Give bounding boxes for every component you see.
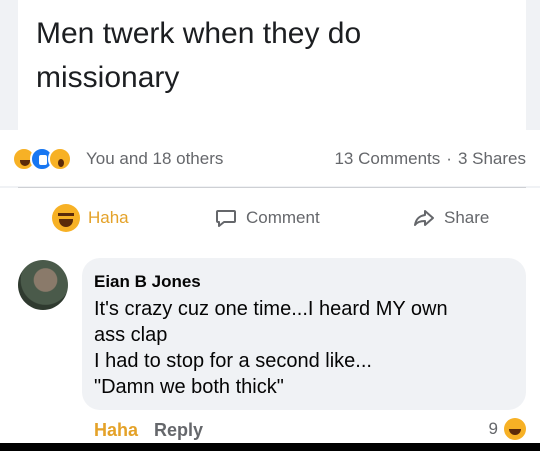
reactions-bar: You and 18 others 13 Comments · 3 Shares (0, 130, 540, 186)
post-card: Men twerk when they do missionary (18, 0, 526, 130)
haha-button-label: Haha (88, 208, 129, 227)
post-text: Men twerk when they do missionary (36, 17, 362, 94)
avatar[interactable] (18, 260, 68, 310)
comment-section: Eian B Jones It's crazy cuz one time...I… (0, 246, 540, 451)
comment-line: I had to stop for a second like... (94, 350, 372, 372)
comment-author[interactable]: Eian B Jones (94, 272, 201, 292)
bottom-strip (0, 443, 540, 451)
actions-bar: Haha Comment Share (0, 188, 540, 246)
comment-reaction-count[interactable]: 9 (489, 418, 526, 440)
comment-reply-button[interactable]: Reply (154, 420, 203, 441)
comment-bubble-icon (216, 210, 236, 227)
count-separator: · (446, 149, 452, 168)
share-button[interactable]: Share (412, 204, 489, 232)
post-counts: 13 Comments · 3 Shares (334, 149, 526, 169)
comment-reaction-number: 9 (488, 419, 498, 438)
haha-button[interactable]: Haha (52, 204, 129, 232)
comment-line: ass clap (94, 324, 168, 346)
comment-button[interactable]: Comment (214, 204, 320, 232)
share-button-label: Share (444, 208, 490, 227)
shares-count[interactable]: 3 Shares (458, 149, 526, 169)
share-arrow-icon (414, 210, 434, 226)
comment-button-label: Comment (246, 208, 320, 227)
comment-haha-button[interactable]: Haha (94, 420, 138, 441)
reactions-summary[interactable]: You and 18 others (86, 149, 223, 169)
comment-bubble: Eian B Jones It's crazy cuz one time...I… (82, 258, 526, 410)
comments-count[interactable]: 13 Comments (334, 149, 440, 169)
comment-line: It's crazy cuz one time...I heard MY own (94, 298, 448, 320)
wow-icon (48, 147, 72, 171)
haha-face-icon (52, 204, 80, 232)
comment-footer: Haha Reply (94, 420, 203, 441)
comment-line: "Damn we both thick" (94, 376, 284, 398)
reaction-icons[interactable] (12, 147, 84, 171)
haha-icon (504, 418, 526, 440)
